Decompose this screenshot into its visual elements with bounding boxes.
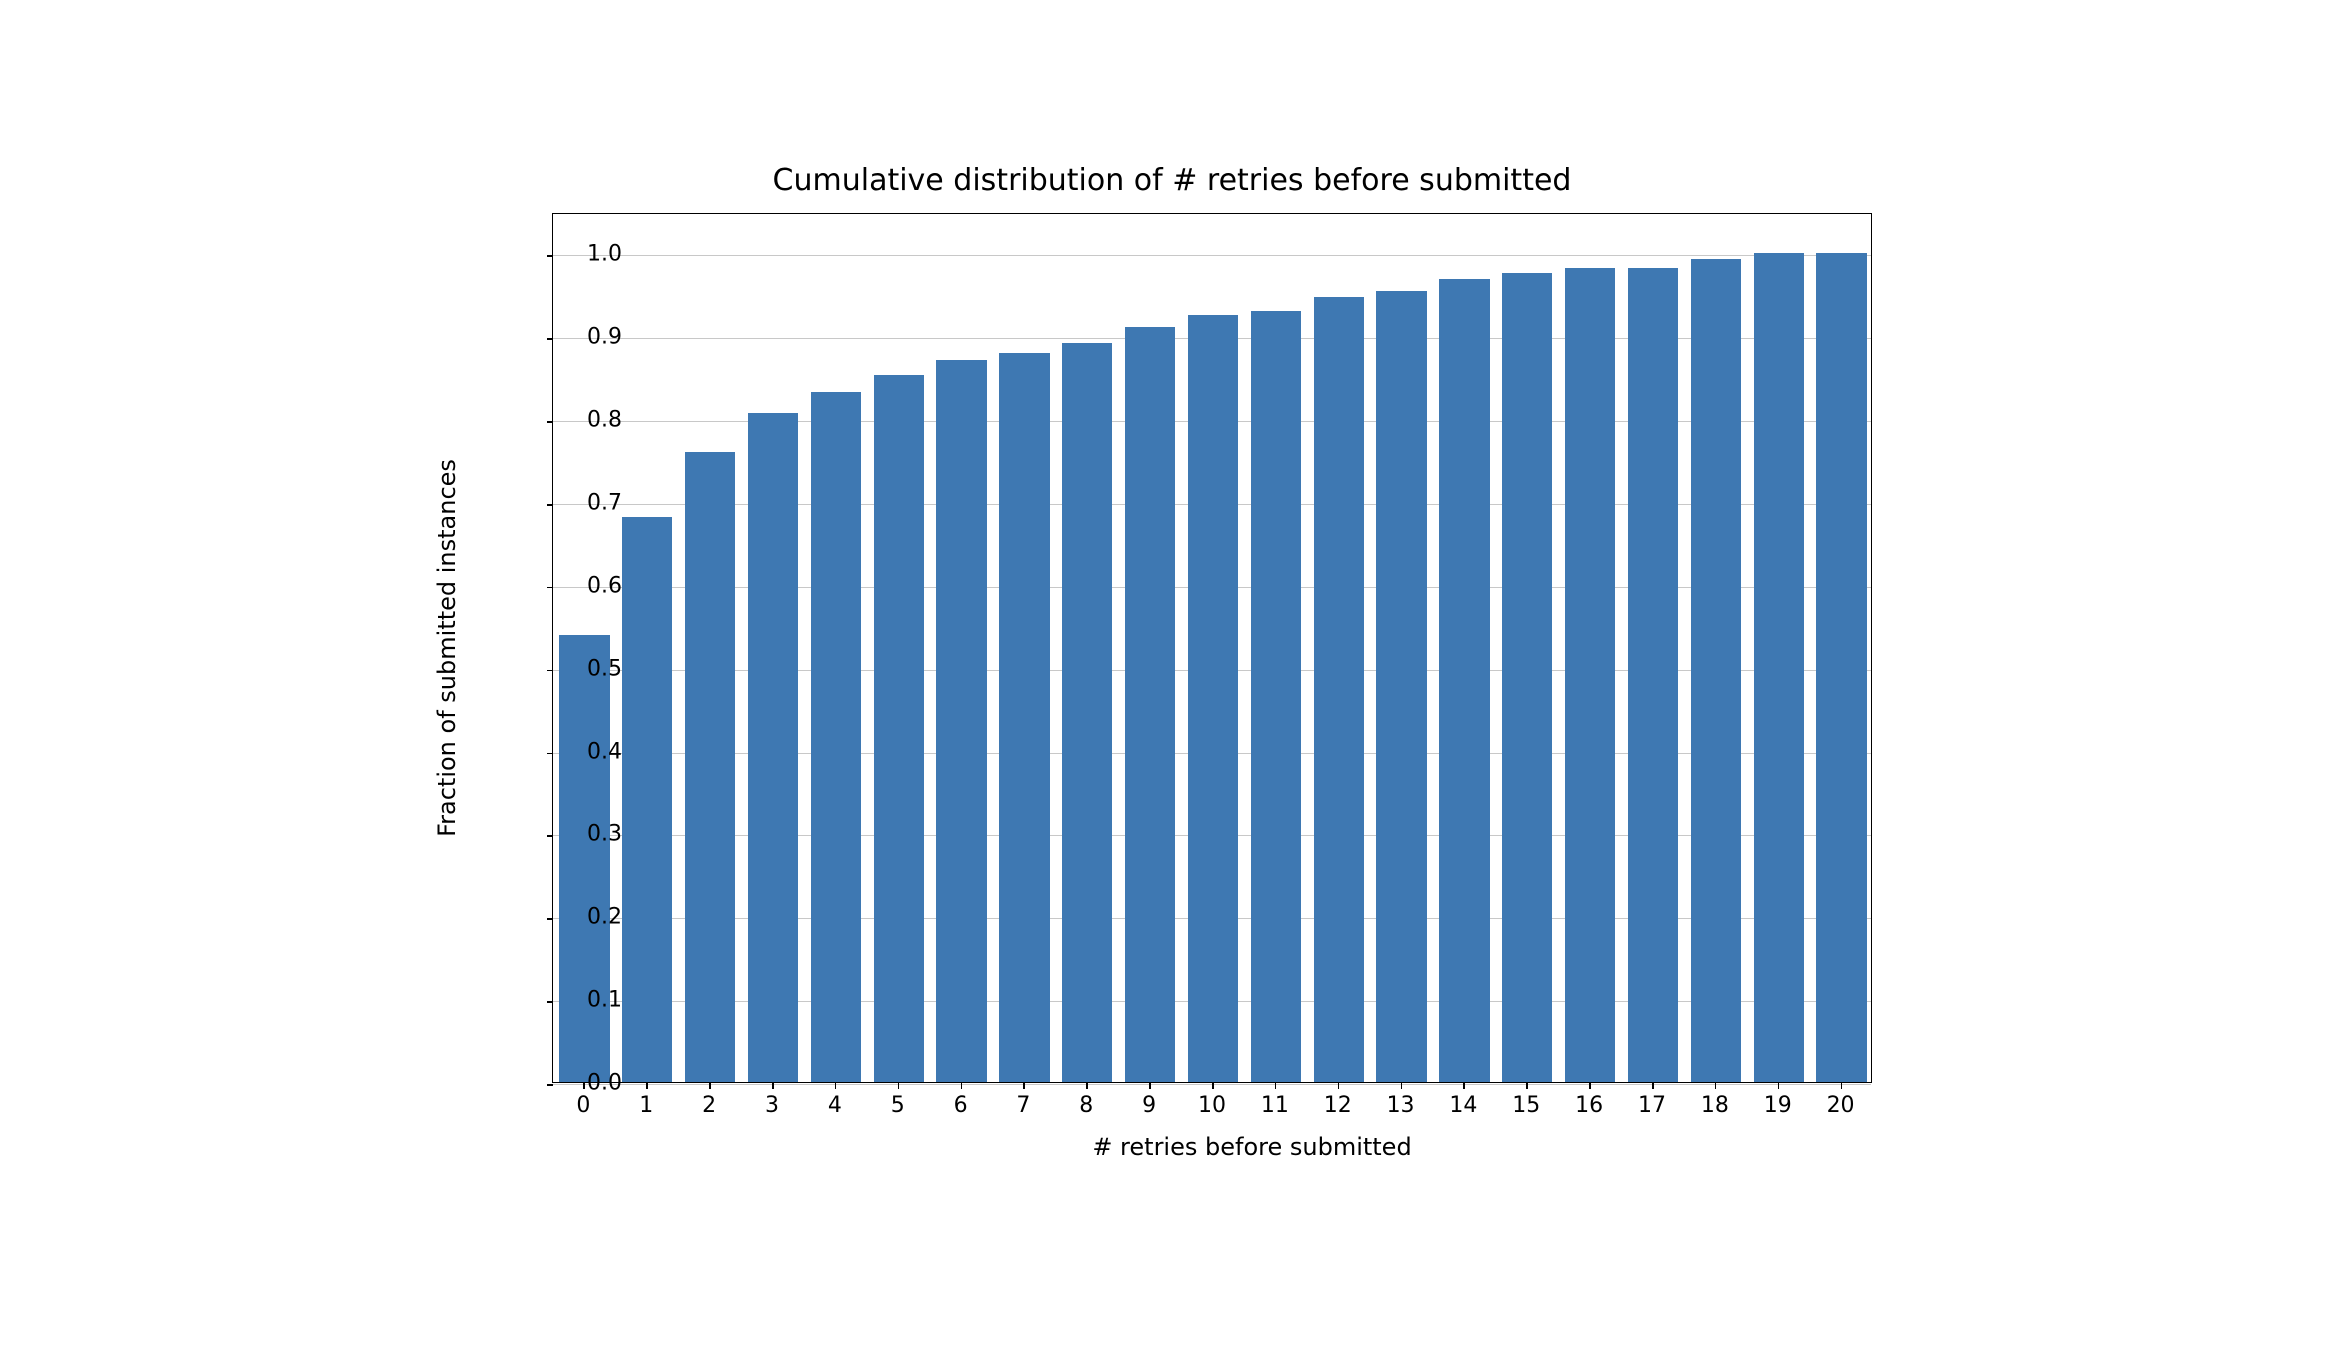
xtick-mark [772, 1083, 774, 1089]
xtick-mark [1463, 1083, 1465, 1089]
bar [622, 517, 672, 1082]
xtick-mark [709, 1083, 711, 1089]
xtick-mark [1338, 1083, 1340, 1089]
xtick-label: 18 [1701, 1093, 1729, 1118]
bar [1251, 311, 1301, 1082]
bar [1754, 253, 1804, 1082]
xtick-mark [835, 1083, 837, 1089]
ytick-mark [547, 753, 553, 755]
xtick-label: 9 [1142, 1093, 1156, 1118]
xtick-mark [583, 1083, 585, 1089]
xtick-label: 7 [1016, 1093, 1030, 1118]
xtick-mark [1778, 1083, 1780, 1089]
xtick-label: 16 [1575, 1093, 1603, 1118]
ytick-label: 1.0 [562, 242, 622, 267]
ytick-mark [547, 1084, 553, 1086]
xtick-label: 6 [954, 1093, 968, 1118]
ytick-label: 0.4 [562, 739, 622, 764]
ytick-mark [547, 670, 553, 672]
bar [1628, 268, 1678, 1082]
chart-figure: Cumulative distribution of # retries bef… [392, 163, 1952, 1183]
ytick-mark [547, 835, 553, 837]
xtick-label: 15 [1512, 1093, 1540, 1118]
xtick-label: 2 [702, 1093, 716, 1118]
xtick-mark [1086, 1083, 1088, 1089]
bar [1816, 253, 1866, 1082]
bar [1188, 315, 1238, 1082]
ytick-label: 0.3 [562, 822, 622, 847]
xtick-label: 0 [576, 1093, 590, 1118]
bar [748, 413, 798, 1082]
bar [1314, 297, 1364, 1082]
xtick-label: 14 [1449, 1093, 1477, 1118]
xtick-label: 10 [1198, 1093, 1226, 1118]
xtick-mark [1401, 1083, 1403, 1089]
ytick-label: 0.2 [562, 905, 622, 930]
ytick-mark [547, 421, 553, 423]
xtick-mark [646, 1083, 648, 1089]
xtick-mark [1652, 1083, 1654, 1089]
ytick-label: 0.1 [562, 988, 622, 1013]
ytick-mark [547, 338, 553, 340]
xtick-mark [1212, 1083, 1214, 1089]
ytick-label: 0.7 [562, 491, 622, 516]
bar [1376, 291, 1426, 1082]
ytick-mark [547, 918, 553, 920]
xtick-label: 5 [891, 1093, 905, 1118]
bar [1062, 343, 1112, 1082]
xtick-mark [1526, 1083, 1528, 1089]
bar [874, 375, 924, 1082]
y-axis-label: Fraction of submitted instances [433, 459, 461, 837]
bar [1125, 327, 1175, 1082]
bar [559, 635, 609, 1082]
ytick-label: 0.0 [562, 1071, 622, 1096]
bar [1691, 259, 1741, 1082]
bar [936, 360, 986, 1083]
bar [1439, 279, 1489, 1082]
xtick-label: 1 [639, 1093, 653, 1118]
ytick-mark [547, 504, 553, 506]
xtick-label: 3 [765, 1093, 779, 1118]
grid-line [553, 255, 1871, 256]
xtick-mark [1715, 1083, 1717, 1089]
xtick-label: 11 [1261, 1093, 1289, 1118]
ytick-label: 0.5 [562, 656, 622, 681]
xtick-label: 12 [1324, 1093, 1352, 1118]
xtick-mark [1589, 1083, 1591, 1089]
xtick-mark [1275, 1083, 1277, 1089]
xtick-mark [1841, 1083, 1843, 1089]
bar [1502, 273, 1552, 1083]
xtick-label: 19 [1764, 1093, 1792, 1118]
xtick-mark [1023, 1083, 1025, 1089]
ytick-mark [547, 1001, 553, 1003]
bar [1565, 268, 1615, 1082]
xtick-label: 17 [1638, 1093, 1666, 1118]
xtick-mark [961, 1083, 963, 1089]
bar [685, 452, 735, 1082]
xtick-label: 13 [1387, 1093, 1415, 1118]
xtick-mark [898, 1083, 900, 1089]
bar [999, 353, 1049, 1082]
xtick-label: 8 [1079, 1093, 1093, 1118]
ytick-label: 0.6 [562, 573, 622, 598]
xtick-label: 4 [828, 1093, 842, 1118]
ytick-mark [547, 255, 553, 257]
ytick-label: 0.8 [562, 408, 622, 433]
bar [811, 392, 861, 1082]
x-axis-label: # retries before submitted [392, 1133, 1952, 1161]
xtick-label: 20 [1827, 1093, 1855, 1118]
xtick-mark [1149, 1083, 1151, 1089]
ytick-label: 0.9 [562, 325, 622, 350]
chart-title: Cumulative distribution of # retries bef… [392, 163, 1952, 198]
ytick-mark [547, 587, 553, 589]
plot-area [552, 213, 1872, 1083]
